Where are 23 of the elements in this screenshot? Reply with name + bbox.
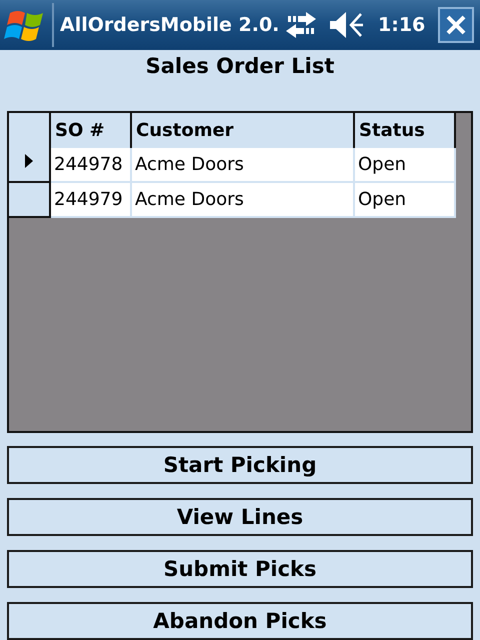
screen-heading: Sales Order List [146, 54, 334, 80]
action-button[interactable]: Abandon Picks [7, 602, 473, 640]
table-cell: Open [355, 148, 456, 183]
column-header[interactable]: Status [355, 113, 456, 150]
row-header[interactable] [9, 148, 51, 183]
table-cell: 244978 [51, 148, 132, 183]
connectivity-arrows-icon[interactable] [284, 10, 318, 40]
window-title: AllOrdersMobile 2.0. [60, 14, 280, 36]
action-button[interactable]: View Lines [7, 498, 473, 536]
corner-header[interactable] [9, 113, 51, 150]
table-cell: 244979 [51, 183, 132, 218]
close-button[interactable] [438, 7, 474, 43]
row-header[interactable] [9, 183, 51, 218]
column-header[interactable]: SO # [51, 113, 132, 150]
table-cell: Acme Doors [132, 183, 355, 218]
clock-time: 1:16 [378, 14, 426, 36]
column-header[interactable]: Customer [132, 113, 355, 150]
action-button[interactable]: Submit Picks [7, 550, 473, 588]
table-cell: Acme Doors [132, 148, 355, 183]
current-row-icon [25, 154, 33, 168]
action-button[interactable]: Start Picking [7, 446, 473, 484]
table-cell: Open [355, 183, 456, 218]
close-icon[interactable] [445, 14, 467, 36]
